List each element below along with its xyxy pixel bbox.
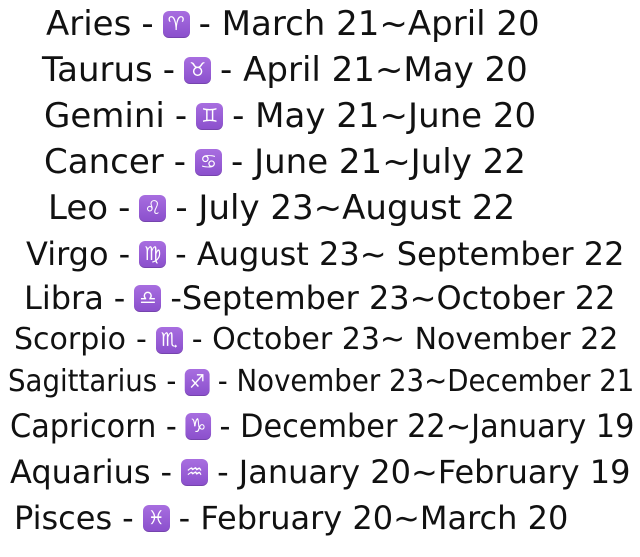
sign-name: Gemini bbox=[44, 96, 165, 136]
date-range: - April 21~May 20 bbox=[220, 50, 528, 90]
separator: - bbox=[166, 364, 177, 399]
taurus-icon: ♉ bbox=[184, 56, 212, 84]
gemini-icon: ♊ bbox=[196, 102, 224, 130]
list-item: Libra - ♎ -September 23~October 22 bbox=[24, 276, 615, 320]
list-item: Capricorn - ♑ - December 22~January 19 bbox=[10, 404, 634, 448]
list-item: Aquarius - ♒ - January 20~February 19 bbox=[10, 450, 631, 494]
list-item: Cancer - ♋ - June 21~July 22 bbox=[44, 140, 526, 184]
sign-name: Taurus bbox=[42, 50, 153, 90]
sign-name: Aries bbox=[46, 4, 132, 44]
sign-name: Aquarius bbox=[10, 453, 151, 491]
virgo-icon: ♍ bbox=[139, 240, 167, 268]
date-range: - January 20~February 19 bbox=[217, 453, 631, 491]
sign-name: Sagittarius bbox=[8, 364, 158, 399]
separator: - bbox=[118, 235, 131, 273]
aquarius-icon: ♒ bbox=[181, 458, 209, 486]
date-range: - December 22~January 19 bbox=[219, 407, 635, 445]
pisces-icon: ♓ bbox=[142, 504, 170, 532]
scorpio-icon: ♏ bbox=[155, 326, 183, 354]
list-item: Gemini - ♊ - May 21~June 20 bbox=[44, 94, 536, 138]
list-item: Scorpio - ♏ - October 23~ November 22 bbox=[14, 318, 618, 362]
separator: - bbox=[122, 499, 134, 537]
cancer-icon: ♋ bbox=[195, 148, 222, 176]
sign-name: Scorpio bbox=[14, 322, 126, 357]
sign-name: Virgo bbox=[26, 235, 109, 273]
date-range: - March 21~April 20 bbox=[198, 4, 540, 44]
list-item: Leo - ♌ - July 23~August 22 bbox=[48, 186, 515, 230]
sign-name: Cancer bbox=[44, 142, 164, 182]
separator: - bbox=[162, 50, 176, 90]
sign-name: Capricorn bbox=[10, 407, 157, 445]
date-range: - July 23~August 22 bbox=[175, 188, 516, 228]
separator: - bbox=[135, 322, 147, 357]
sign-name: Pisces bbox=[14, 499, 113, 537]
separator: - bbox=[165, 407, 177, 445]
separator: - bbox=[141, 4, 154, 44]
libra-icon: ♎ bbox=[134, 284, 162, 312]
leo-icon: ♌ bbox=[139, 194, 167, 222]
separator: - bbox=[113, 279, 126, 317]
list-item: Virgo - ♍ - August 23~ September 22 bbox=[26, 232, 624, 276]
separator: - bbox=[160, 453, 173, 491]
date-range: - October 23~ November 22 bbox=[191, 322, 619, 357]
separator: - bbox=[118, 188, 131, 228]
date-range: - February 20~March 20 bbox=[178, 499, 569, 537]
date-range: - November 23~December 21 bbox=[217, 364, 635, 399]
separator: - bbox=[173, 142, 186, 182]
date-range: - June 21~July 22 bbox=[231, 142, 526, 182]
sign-name: Leo bbox=[48, 188, 109, 228]
date-range: - August 23~ September 22 bbox=[175, 235, 625, 273]
sign-name: Libra bbox=[24, 279, 104, 317]
aries-icon: ♈ bbox=[162, 10, 190, 38]
list-item: Pisces - ♓ - February 20~March 20 bbox=[14, 496, 568, 540]
date-range: - May 21~June 20 bbox=[232, 96, 537, 136]
sagittarius-icon: ♐ bbox=[184, 368, 210, 396]
list-item: Aries - ♈ - March 21~April 20 bbox=[46, 2, 540, 46]
separator: - bbox=[174, 96, 188, 136]
date-range: -September 23~October 22 bbox=[170, 279, 616, 317]
capricorn-icon: ♑ bbox=[185, 412, 211, 440]
list-item: Sagittarius - ♐ - November 23~December 2… bbox=[8, 360, 634, 404]
list-item: Taurus - ♉ - April 21~May 20 bbox=[42, 48, 528, 92]
